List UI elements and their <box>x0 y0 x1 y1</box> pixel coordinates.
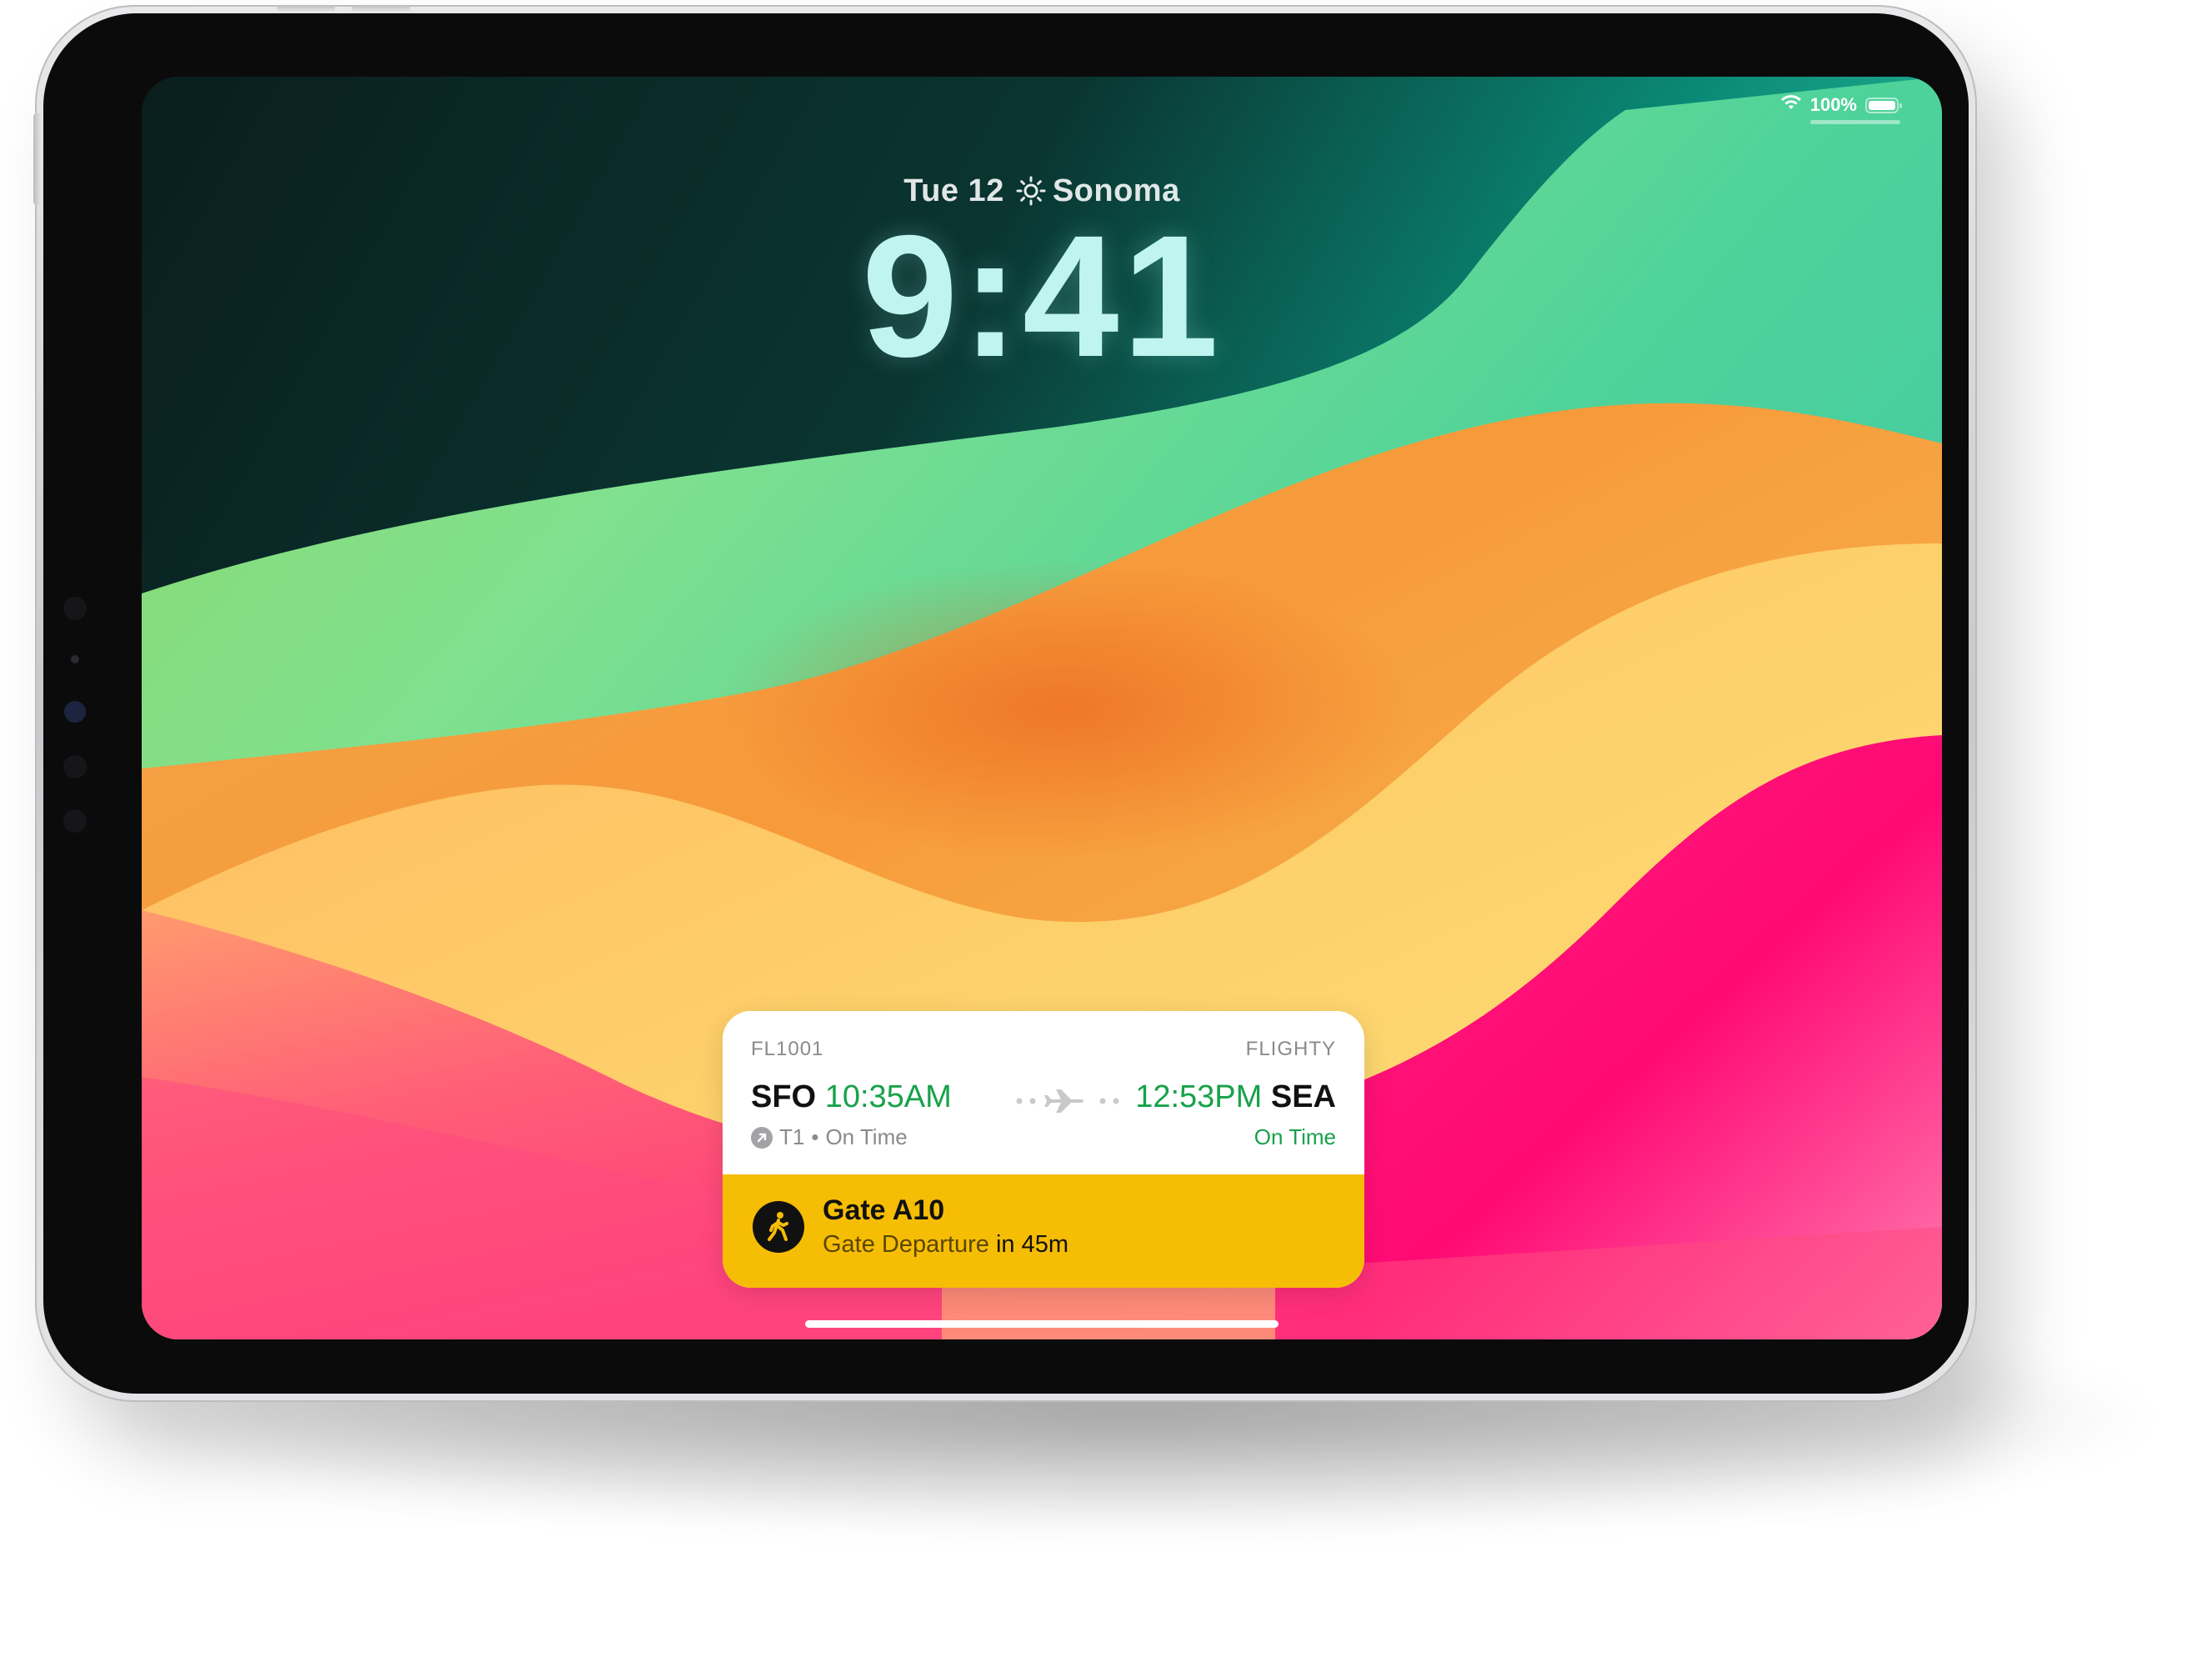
camera-sensor <box>63 809 87 833</box>
volume-button <box>33 113 42 205</box>
ipad-device: 100% Tue 12 Sonoma 9:41 FL1001 FLIGHTY S… <box>33 5 1977 1402</box>
departure-time: 10:35AM <box>824 1079 952 1114</box>
camera-sensor <box>63 755 87 778</box>
arrival-time: 12:53PM <box>1135 1079 1263 1114</box>
battery-icon <box>1865 97 1902 113</box>
flight-status-row: T1 • On Time On Time <box>751 1124 1336 1153</box>
departure-info: SFO 10:35AM <box>751 1079 952 1115</box>
wifi-icon <box>1780 94 1802 116</box>
arrival-status: On Time <box>1254 1124 1336 1149</box>
lock-screen[interactable]: 100% Tue 12 Sonoma 9:41 FL1001 FLIGHTY S… <box>142 77 1942 1339</box>
gate-departure-label: Gate Departure <box>823 1231 989 1258</box>
app-name: FLIGHTY <box>1245 1038 1336 1060</box>
top-button <box>277 5 335 12</box>
departure-airport-code: SFO <box>751 1079 817 1114</box>
gate-subtitle: Gate Departure in 45m <box>823 1231 1068 1259</box>
arrival-info: 12:53PM SEA <box>1135 1079 1336 1115</box>
departure-arrow-icon <box>751 1126 773 1149</box>
front-camera <box>64 701 86 723</box>
multitasking-indicator[interactable] <box>1810 120 1900 124</box>
status-bar: 100% <box>1780 88 1902 122</box>
departure-status: T1 • On Time <box>751 1124 908 1150</box>
departure-terminal: T1 <box>779 1124 805 1149</box>
walking-person-icon <box>753 1201 804 1253</box>
flight-live-activity[interactable]: FL1001 FLIGHTY SFO 10:35AM 12:53PM SEA T… <box>723 1011 1364 1288</box>
gate-countdown: in 45m <box>995 1231 1068 1258</box>
home-indicator[interactable] <box>805 1320 1279 1328</box>
battery-percentage: 100% <box>1809 94 1857 115</box>
status-separator: • <box>811 1124 819 1149</box>
product-shot: 100% Tue 12 Sonoma 9:41 FL1001 FLIGHTY S… <box>0 0 2212 1657</box>
arrival-airport-code: SEA <box>1270 1079 1336 1114</box>
battery-fill <box>1869 100 1895 110</box>
plane-route-icon <box>1016 1089 1119 1113</box>
flight-number: FL1001 <box>751 1038 824 1060</box>
gate-title: Gate A10 <box>823 1194 945 1226</box>
flight-route-row: SFO 10:35AM 12:53PM SEA <box>751 1079 1336 1121</box>
flight-summary: FL1001 FLIGHTY SFO 10:35AM 12:53PM SEA T… <box>723 1011 1364 1174</box>
camera-sensor <box>63 597 87 620</box>
departure-status-text: On Time <box>825 1124 908 1149</box>
top-button <box>352 5 410 12</box>
battery-tip <box>1899 103 1902 108</box>
gate-banner: Gate A10 Gate Departure in 45m <box>723 1174 1364 1288</box>
lock-screen-clock[interactable]: 9:41 <box>142 210 1942 383</box>
ambient-light-sensor <box>71 655 79 663</box>
